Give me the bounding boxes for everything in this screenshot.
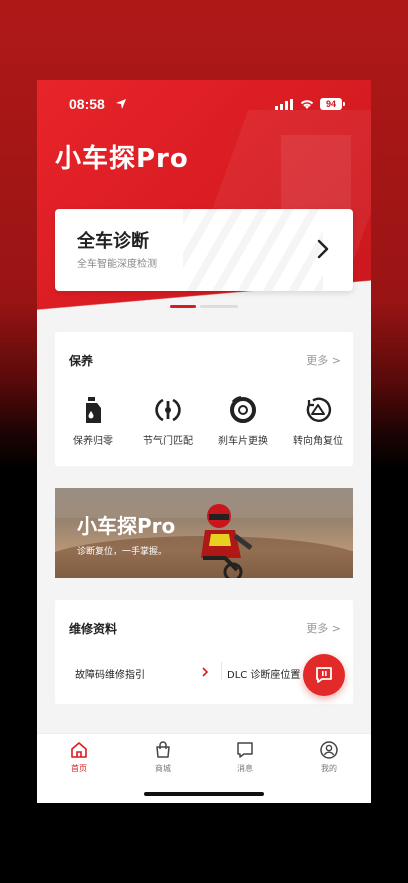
wifi-icon — [300, 100, 314, 109]
app-logo: 小车探Pro — [55, 144, 189, 174]
carousel-indicator — [170, 305, 238, 308]
carousel-dot-active — [170, 305, 196, 308]
chat-fab-button[interactable] — [303, 654, 345, 696]
banner-tagline: 诊断复位，一手掌握。 — [77, 547, 168, 557]
shopping-bag-icon — [156, 741, 170, 758]
battery-icon: 94 — [320, 98, 342, 110]
repair-item-dlc-location[interactable]: DLC 诊断座位置 — [227, 666, 300, 681]
battery-tip — [343, 102, 345, 106]
maintenance-more-link[interactable]: 更多 > — [306, 352, 341, 368]
app-screen: 08:58 94 小车探Pro 全车诊断 全车智能深度检测 保养 更多 > 保养… — [37, 80, 371, 803]
banner-logo: 小车探Pro — [77, 514, 176, 538]
full-diagnosis-card[interactable]: 全车诊断 全车智能深度检测 — [55, 209, 353, 291]
home-indicator — [144, 792, 264, 796]
repair-item-fault-code-guide[interactable]: 故障码维修指引 — [75, 666, 145, 681]
tab-label: 我的 — [321, 764, 337, 773]
tool-maintenance-reset[interactable]: 保养归零 — [57, 396, 129, 447]
steering-reset-icon — [306, 397, 332, 422]
diagnosis-title: 全车诊断 — [77, 231, 149, 252]
tab-label: 商城 — [155, 764, 171, 773]
location-arrow-icon — [116, 99, 126, 109]
tool-label: 节气门匹配 — [143, 436, 193, 447]
home-icon — [71, 742, 87, 758]
tool-throttle-match[interactable]: 节气门匹配 — [132, 396, 204, 447]
repair-title: 维修资料 — [69, 622, 118, 636]
status-bar: 08:58 94 — [37, 80, 371, 130]
status-time: 08:58 — [69, 96, 105, 112]
promo-banner[interactable]: 小车探Pro 诊断复位，一手掌握。 — [55, 488, 353, 578]
divider — [221, 662, 222, 680]
tool-brake-pad-replace[interactable]: 刹车片更换 — [207, 396, 279, 447]
tab-profile[interactable]: 我的 — [299, 740, 359, 774]
card-stripes — [183, 209, 323, 291]
motocross-rider-image — [201, 504, 253, 578]
tool-label: 转向角复位 — [293, 436, 343, 447]
tab-label: 首页 — [71, 764, 87, 773]
hero-header: 08:58 94 小车探Pro 全车诊断 全车智能深度检测 — [37, 80, 371, 340]
maintenance-title: 保养 — [69, 354, 94, 368]
chevron-right-icon — [317, 239, 329, 259]
signal-icon — [275, 99, 293, 110]
profile-icon — [320, 741, 338, 759]
diagnosis-subtitle: 全车智能深度检测 — [77, 259, 157, 270]
tool-steering-angle-reset[interactable]: 转向角复位 — [282, 396, 354, 447]
tab-label: 消息 — [237, 764, 253, 773]
chat-bubble-icon — [316, 667, 332, 683]
chevron-right-icon — [202, 667, 209, 677]
maintenance-card: 保养 更多 > 保养归零 节气门匹配 刹车片更换 转向角复位 — [55, 332, 353, 466]
brake-disc-icon — [230, 396, 256, 423]
oil-bottle-icon — [86, 397, 101, 423]
throttle-icon — [155, 398, 181, 422]
tool-label: 保养归零 — [73, 436, 113, 447]
tab-messages[interactable]: 消息 — [215, 740, 275, 774]
tab-home[interactable]: 首页 — [49, 740, 109, 774]
tab-mall[interactable]: 商城 — [133, 740, 193, 774]
repair-more-link[interactable]: 更多 > — [306, 620, 341, 636]
carousel-dot — [200, 305, 238, 308]
tool-label: 刹车片更换 — [218, 436, 268, 447]
message-icon — [237, 742, 253, 758]
